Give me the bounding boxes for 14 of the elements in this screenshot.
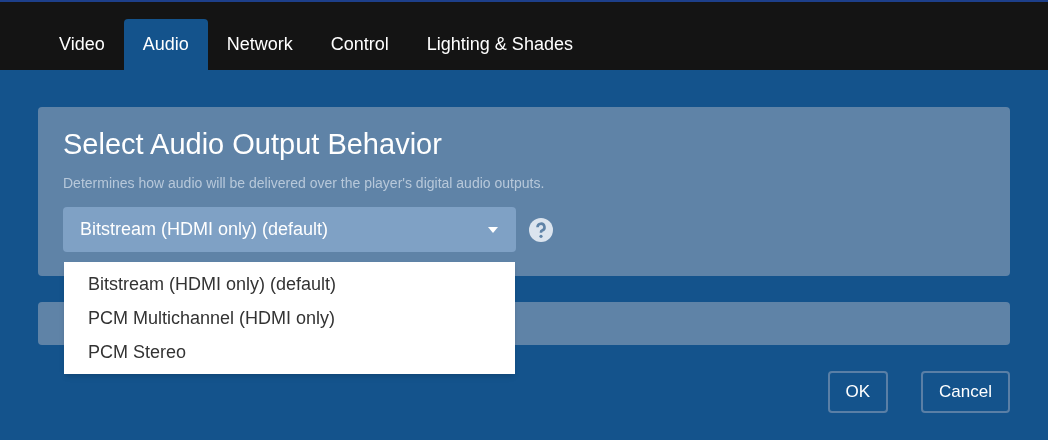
tab[interactable]: Video	[40, 19, 124, 70]
panel-title: Select Audio Output Behavior	[63, 127, 443, 161]
tab[interactable]: Control	[311, 19, 408, 70]
dropdown-option[interactable]: PCM Multichannel (HDMI only)	[64, 301, 515, 335]
dropdown-option[interactable]: Bitstream (HDMI only) (default)	[64, 267, 515, 301]
dropdown-option[interactable]: PCM Stereo	[64, 335, 515, 369]
ok-button[interactable]: OK	[827, 371, 889, 413]
caret-icon	[488, 226, 498, 233]
cancel-button[interactable]: Cancel	[921, 371, 1010, 413]
panel-description: Determines how audio will be delivered over the player's digital audio outputs.	[63, 174, 546, 193]
tab[interactable]: Network	[207, 19, 312, 70]
tab[interactable]: Lighting & Shades	[407, 19, 592, 70]
help-icon[interactable]	[529, 217, 553, 242]
tab[interactable]: Audio	[123, 19, 208, 70]
